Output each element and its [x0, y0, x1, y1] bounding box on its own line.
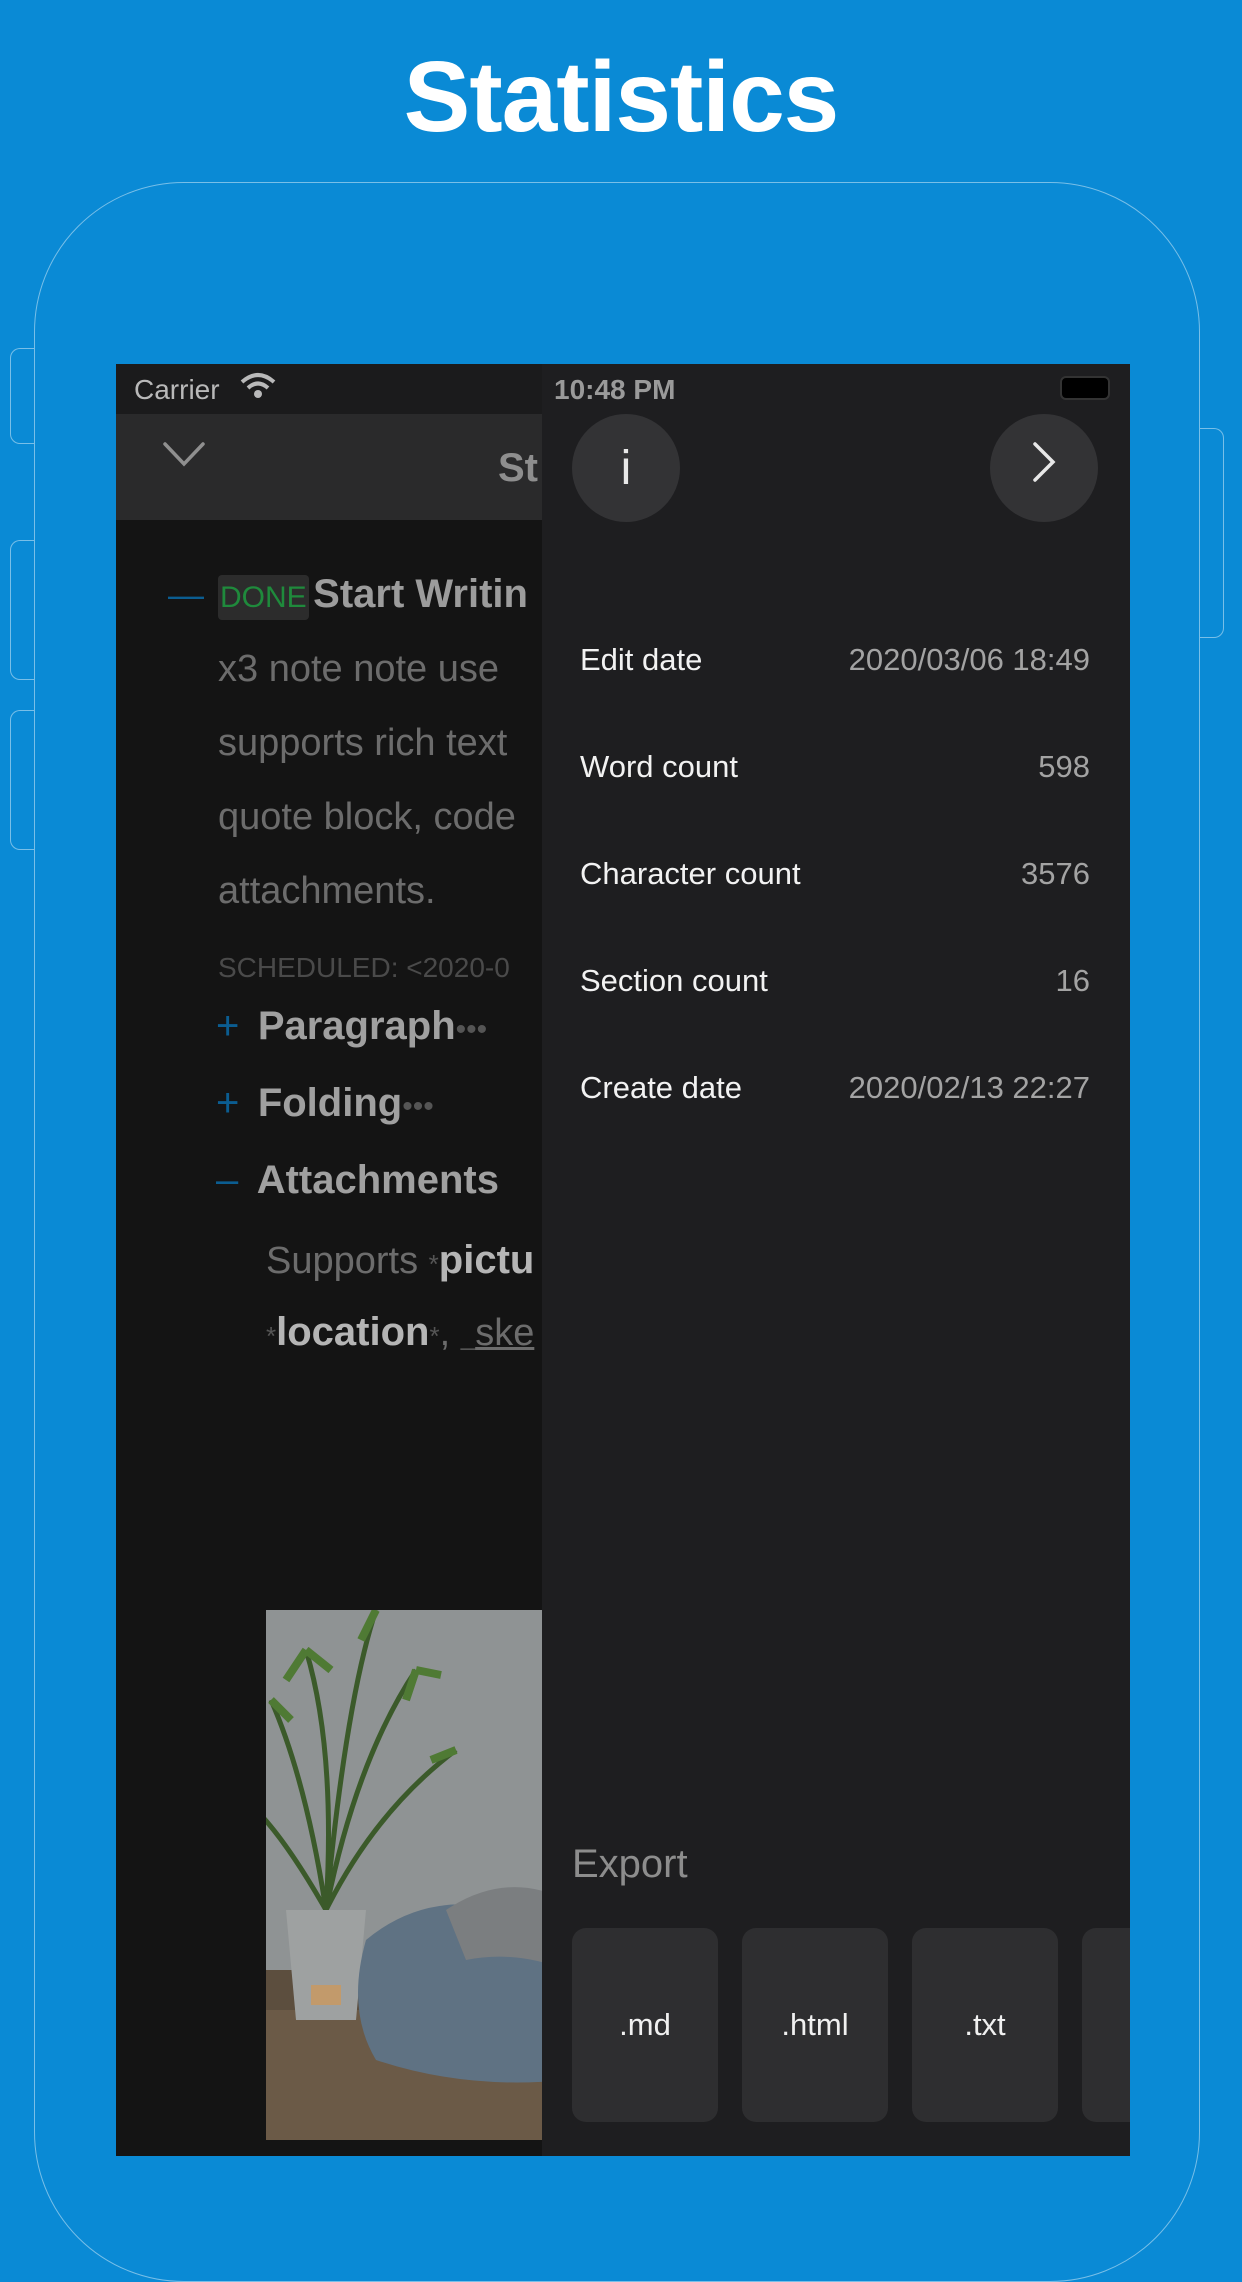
done-badge: DONE	[218, 575, 309, 620]
stat-value: 16	[1055, 963, 1090, 998]
device-side-button	[1200, 428, 1224, 638]
note-title: St	[498, 446, 538, 490]
body-line: x3 note note use	[218, 648, 499, 690]
stat-value: 2020/03/06 18:49	[848, 642, 1090, 677]
section-folding[interactable]: + Folding•••	[216, 1081, 434, 1126]
export-more-button[interactable]	[1082, 1928, 1130, 2122]
scheduled-text: SCHEDULED: <2020-0	[218, 952, 510, 983]
body-line: attachments.	[218, 870, 436, 912]
task-heading[interactable]: DONE Start Writin	[218, 572, 528, 620]
stat-row-edit-date: Edit date 2020/03/06 18:49	[580, 632, 1090, 692]
stat-label: Word count	[580, 749, 738, 784]
expand-icon: +	[216, 1081, 240, 1125]
stat-label: Character count	[580, 856, 801, 891]
ellipsis-icon: •••	[402, 1090, 434, 1123]
stat-row-section-count: Section count 16	[580, 953, 1090, 1013]
section-attachments[interactable]: – Attachments	[216, 1158, 499, 1203]
device-side-button	[10, 540, 34, 680]
hero-title: Statistics	[403, 41, 840, 153]
device-side-button	[10, 710, 34, 850]
device-side-button	[10, 348, 34, 444]
info-button[interactable]: i	[572, 414, 680, 522]
body-line: supports rich text	[218, 722, 508, 764]
stat-row-create-date: Create date 2020/02/13 22:27	[580, 1060, 1090, 1120]
attachments-line: Supports *pictu	[266, 1238, 535, 1282]
section-label: Folding	[257, 1081, 403, 1125]
attachment-photo[interactable]	[266, 1610, 566, 2140]
stat-label: Create date	[580, 1070, 742, 1105]
export-html-button[interactable]: .html	[742, 1928, 888, 2122]
expand-icon: +	[216, 1004, 240, 1048]
carrier-label: Carrier	[134, 374, 220, 405]
stat-row-character-count: Character count 3576	[580, 846, 1090, 906]
info-icon: i	[620, 441, 632, 495]
statistics-panel: i Edit date 2020/03/06 18:49 Word count …	[542, 364, 1130, 2156]
heading-text: Start Writin	[313, 572, 528, 616]
next-button[interactable]	[990, 414, 1098, 522]
export-md-button[interactable]: .md	[572, 1928, 718, 2122]
body-line: quote block, code	[218, 796, 516, 838]
stat-label: Edit date	[580, 642, 703, 677]
chevron-down-icon[interactable]	[162, 440, 206, 475]
stat-value: 3576	[1021, 856, 1090, 891]
stat-value: 598	[1038, 749, 1090, 784]
collapse-icon: –	[216, 1158, 239, 1202]
export-txt-button[interactable]: .txt	[912, 1928, 1058, 2122]
ellipsis-icon: •••	[455, 1013, 488, 1046]
section-label: Paragraph	[257, 1004, 456, 1048]
phone-screen: St — DONE Start Writin x3 note note use …	[116, 364, 1130, 2156]
collapse-toggle[interactable]: —	[168, 574, 204, 616]
export-heading: Export	[572, 1842, 688, 1886]
section-paragraph[interactable]: + Paragraph•••	[216, 1004, 487, 1049]
chevron-right-icon	[1029, 440, 1059, 496]
section-label: Attachments	[256, 1158, 499, 1202]
wifi-icon	[240, 372, 276, 407]
sketch-link[interactable]: ske	[475, 1312, 534, 1354]
attachments-line: *location*, _ske	[266, 1310, 535, 1354]
stat-row-word-count: Word count 598	[580, 739, 1090, 799]
stat-label: Section count	[580, 963, 768, 998]
stat-value: 2020/02/13 22:27	[848, 1070, 1090, 1105]
